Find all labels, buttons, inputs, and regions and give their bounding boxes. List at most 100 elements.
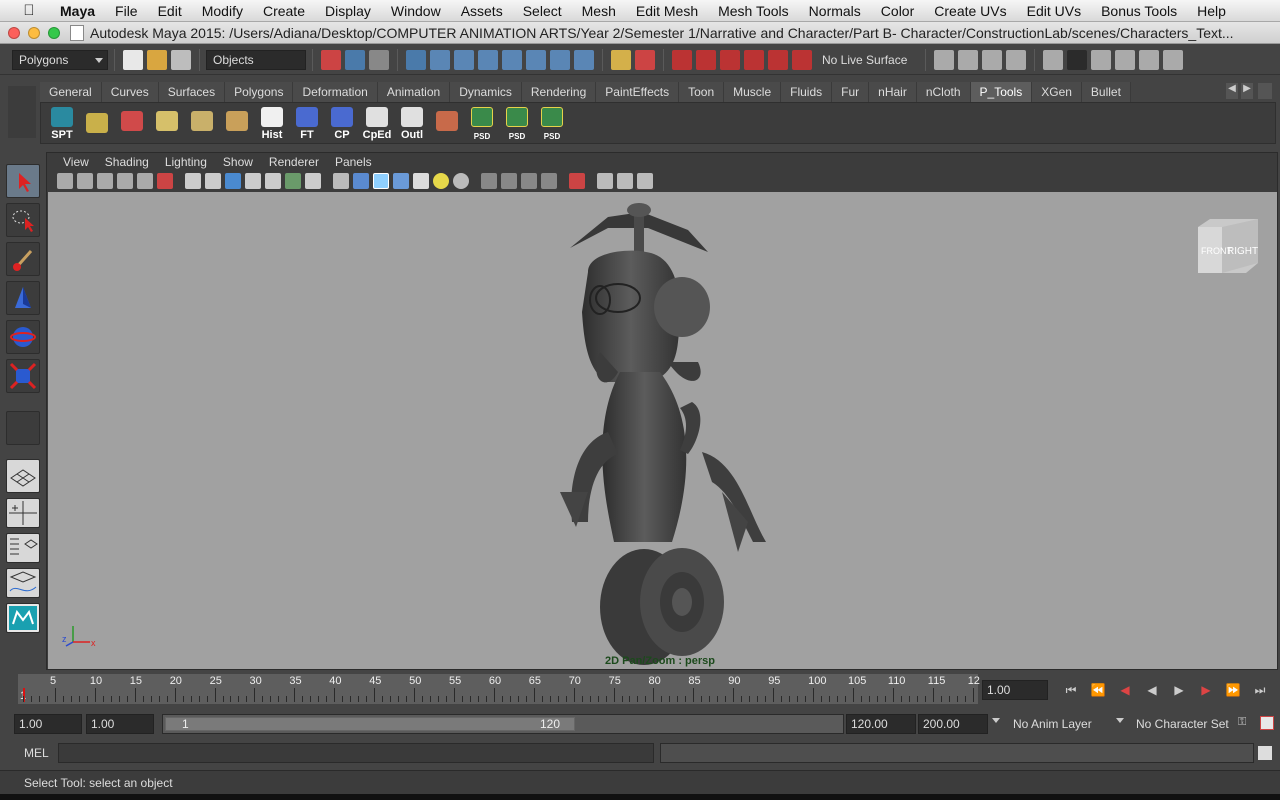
start-time-field[interactable]: 1.00	[14, 714, 82, 734]
last-tool-button[interactable]	[6, 411, 40, 445]
shelf-button-ft[interactable]: FT	[290, 105, 324, 141]
tab-animation[interactable]: Animation	[377, 82, 451, 102]
view-cube[interactable]: FRONT RIGHT	[1196, 219, 1260, 275]
menu-window[interactable]: Window	[381, 0, 451, 22]
save-scene-icon[interactable]	[171, 49, 191, 70]
snap-to-point-icon[interactable]	[720, 49, 740, 70]
tab-fluids[interactable]: Fluids	[781, 82, 833, 102]
channel-box-icon[interactable]	[1139, 49, 1160, 70]
input-field[interactable]	[1067, 49, 1088, 70]
grid-toggle-icon[interactable]	[185, 173, 201, 189]
go-to-start-icon[interactable]: ⏮	[1059, 680, 1083, 700]
playback-start-field[interactable]: 1.00	[86, 714, 154, 734]
xray-icon[interactable]	[393, 173, 409, 189]
graph-editor-layout-button[interactable]	[6, 568, 40, 598]
motion-blur-icon[interactable]	[501, 173, 517, 189]
command-input[interactable]	[58, 743, 654, 763]
shelf-button-spt[interactable]: SPT	[45, 105, 79, 141]
animation-preferences-icon[interactable]	[1260, 716, 1274, 730]
shelf-button-lattice[interactable]	[220, 105, 254, 141]
shelf-button-hist[interactable]: Hist	[255, 105, 289, 141]
tab-surfaces[interactable]: Surfaces	[158, 82, 226, 102]
panel-menu-show[interactable]: Show	[215, 155, 261, 169]
mask-dynamics-icon[interactable]	[526, 49, 546, 70]
play-backwards-icon[interactable]: ◀	[1140, 680, 1164, 700]
shadows-icon[interactable]	[453, 173, 469, 189]
safe-action-icon[interactable]	[285, 173, 301, 189]
xray-active-icon[interactable]	[617, 173, 633, 189]
close-window-button[interactable]	[8, 26, 20, 39]
move-tool-button[interactable]	[6, 281, 40, 315]
select-by-hierarchy-icon[interactable]	[321, 49, 341, 70]
field-chart-icon[interactable]	[265, 173, 281, 189]
anti-aliasing-icon[interactable]	[521, 173, 537, 189]
menu-set-dropdown[interactable]: Polygons	[12, 49, 108, 70]
menu-create-uvs[interactable]: Create UVs	[924, 0, 1016, 22]
mask-joints-icon[interactable]	[430, 49, 450, 70]
shelf-handle[interactable]	[8, 86, 36, 138]
hypergraph-icon[interactable]	[637, 173, 653, 189]
ipr-render-icon[interactable]	[982, 49, 1003, 70]
mask-misc-icon[interactable]	[574, 49, 594, 70]
new-scene-icon[interactable]	[123, 49, 143, 70]
smooth-shade-icon[interactable]	[353, 173, 369, 189]
tab-polygons[interactable]: Polygons	[225, 82, 294, 102]
wireframe-on-shaded-icon[interactable]	[373, 173, 389, 189]
tab-p-tools[interactable]: P_Tools	[970, 82, 1033, 102]
isolate-select-icon[interactable]	[569, 173, 585, 189]
grease-pencil-icon[interactable]	[157, 173, 173, 189]
panel-menu-panels[interactable]: Panels	[327, 155, 380, 169]
menu-maya[interactable]: Maya	[50, 0, 105, 22]
toggle-sidebar-icon[interactable]	[1091, 49, 1112, 70]
panel-menu-renderer[interactable]: Renderer	[261, 155, 327, 169]
tab-rendering[interactable]: Rendering	[521, 82, 597, 102]
paint-select-tool-button[interactable]	[6, 242, 40, 276]
image-plane-icon[interactable]	[117, 173, 133, 189]
render-view-icon[interactable]	[934, 49, 955, 70]
open-scene-icon[interactable]	[147, 49, 167, 70]
menu-edit-mesh[interactable]: Edit Mesh	[626, 0, 708, 22]
shelf-button-paint[interactable]	[430, 105, 464, 141]
zoom-window-button[interactable]	[48, 26, 60, 39]
menu-select[interactable]: Select	[513, 0, 572, 22]
shelf-button-psd-2[interactable]: PSD	[500, 105, 534, 141]
make-live-icon[interactable]	[768, 49, 788, 70]
range-slider-handle[interactable]: 1 120	[165, 717, 575, 731]
menu-modify[interactable]: Modify	[192, 0, 253, 22]
chevron-down-icon[interactable]	[1116, 718, 1124, 723]
shelf-button-psd-1[interactable]: PSD	[465, 105, 499, 141]
tab-muscle[interactable]: Muscle	[724, 82, 782, 102]
apple-icon[interactable]: 	[20, 2, 38, 20]
time-ruler[interactable]: 1 51015202530354045505560657075808590951…	[18, 674, 980, 704]
shelf-button-cped[interactable]: CpEd	[360, 105, 394, 141]
panel-menu-shading[interactable]: Shading	[97, 155, 157, 169]
render-frame-icon[interactable]	[958, 49, 979, 70]
mask-surfaces-icon[interactable]	[478, 49, 498, 70]
depth-of-field-icon[interactable]	[541, 173, 557, 189]
menu-color[interactable]: Color	[871, 0, 924, 22]
tool-settings-icon[interactable]	[1163, 49, 1184, 70]
menu-file[interactable]: File	[105, 0, 148, 22]
select-by-component-icon[interactable]	[369, 49, 389, 70]
menu-mesh-tools[interactable]: Mesh Tools	[708, 0, 799, 22]
input-line-icon[interactable]	[1043, 49, 1064, 70]
menu-edit-uvs[interactable]: Edit UVs	[1017, 0, 1091, 22]
panel-menu-lighting[interactable]: Lighting	[157, 155, 215, 169]
mask-rendering-icon[interactable]	[550, 49, 570, 70]
play-forwards-icon[interactable]: ▶	[1167, 680, 1191, 700]
anim-layer-label[interactable]: No Anim Layer	[1013, 717, 1092, 731]
step-forward-frame-icon[interactable]: ▶	[1194, 680, 1218, 700]
highlight-selection-icon[interactable]	[635, 49, 655, 70]
use-all-lights-icon[interactable]	[433, 173, 449, 189]
menu-bonus-tools[interactable]: Bonus Tools	[1091, 0, 1187, 22]
end-time-field[interactable]: 200.00	[918, 714, 988, 734]
camera-attributes-icon[interactable]	[77, 173, 93, 189]
mask-deformations-icon[interactable]	[502, 49, 522, 70]
playback-end-field[interactable]: 120.00	[846, 714, 916, 734]
tab-fur[interactable]: Fur	[832, 82, 870, 102]
tab-painteffects[interactable]: PaintEffects	[596, 82, 680, 102]
step-back-frame-icon[interactable]: ◀	[1113, 680, 1137, 700]
selection-mode-dropdown[interactable]: Objects	[206, 49, 306, 70]
textured-icon[interactable]	[413, 173, 429, 189]
screen-space-ao-icon[interactable]	[481, 173, 497, 189]
